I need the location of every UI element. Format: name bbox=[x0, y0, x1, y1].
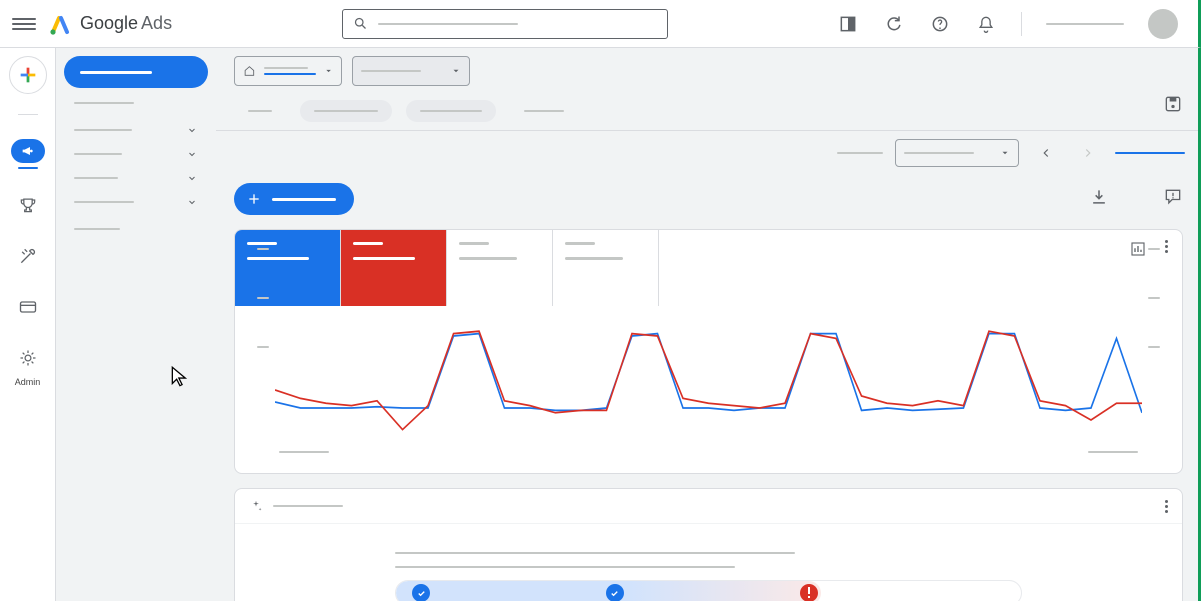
nav-item[interactable] bbox=[74, 102, 134, 104]
secondary-nav bbox=[56, 48, 216, 601]
home-icon bbox=[243, 64, 256, 78]
account-name[interactable] bbox=[1046, 23, 1124, 25]
chevron-down-icon bbox=[186, 172, 198, 184]
feedback-icon[interactable] bbox=[1163, 187, 1183, 212]
notifications-icon[interactable] bbox=[975, 13, 997, 35]
recommendation-card bbox=[234, 488, 1183, 601]
appearance-icon[interactable] bbox=[837, 13, 859, 35]
x-axis-end-label bbox=[1088, 451, 1138, 453]
date-label bbox=[837, 152, 883, 154]
chevron-down-icon bbox=[186, 124, 198, 136]
nav-item-expandable[interactable] bbox=[64, 118, 208, 142]
metric-tile-4[interactable] bbox=[553, 230, 659, 306]
rail-admin[interactable]: Admin bbox=[8, 344, 48, 391]
filter-chip[interactable] bbox=[234, 100, 286, 122]
search-icon bbox=[353, 16, 368, 31]
trophy-icon bbox=[18, 195, 38, 215]
nav-item-active[interactable] bbox=[64, 56, 208, 88]
date-prev-button[interactable] bbox=[1031, 139, 1061, 167]
tools-icon bbox=[18, 246, 38, 266]
new-campaign-button[interactable] bbox=[234, 183, 354, 215]
app-header: GoogleAds bbox=[0, 0, 1201, 48]
google-ads-logo-icon bbox=[48, 12, 72, 36]
search-placeholder bbox=[378, 23, 518, 25]
date-underline bbox=[1115, 152, 1185, 154]
date-next-button bbox=[1073, 139, 1103, 167]
mini-nav-rail: Admin bbox=[0, 48, 56, 601]
help-icon[interactable] bbox=[929, 13, 951, 35]
card-icon bbox=[18, 297, 38, 317]
menu-toggle-icon[interactable] bbox=[12, 12, 36, 36]
card-overflow-menu[interactable] bbox=[1165, 500, 1168, 513]
metric-tile-2[interactable] bbox=[341, 230, 447, 306]
scope-account-chip[interactable] bbox=[234, 56, 342, 86]
plus-icon bbox=[246, 191, 262, 207]
search-input[interactable] bbox=[342, 9, 668, 39]
chevron-down-icon bbox=[186, 196, 198, 208]
sparkle-icon bbox=[249, 499, 263, 513]
progress-step-done bbox=[606, 584, 624, 601]
main-content bbox=[216, 48, 1201, 601]
gear-icon bbox=[18, 348, 38, 368]
nav-item-expandable[interactable] bbox=[64, 142, 208, 166]
nav-item-expandable[interactable] bbox=[64, 190, 208, 214]
rail-goals[interactable] bbox=[8, 191, 48, 224]
separator bbox=[1021, 12, 1022, 36]
download-icon[interactable] bbox=[1089, 187, 1109, 212]
save-view-icon[interactable] bbox=[1163, 94, 1185, 116]
caret-down-icon bbox=[1000, 148, 1010, 158]
chart-settings-icon[interactable] bbox=[1129, 240, 1147, 263]
refresh-icon[interactable] bbox=[883, 13, 905, 35]
rail-billing[interactable] bbox=[8, 293, 48, 326]
metric-tile-3[interactable] bbox=[447, 230, 553, 306]
filter-chip-active[interactable] bbox=[300, 100, 392, 122]
recommendation-text-line bbox=[395, 566, 735, 568]
rail-campaigns[interactable] bbox=[8, 135, 48, 173]
nav-item-expandable[interactable] bbox=[64, 166, 208, 190]
rail-tools[interactable] bbox=[8, 242, 48, 275]
create-button[interactable] bbox=[9, 56, 47, 94]
filter-chip[interactable] bbox=[510, 100, 578, 122]
chart-overflow-menu[interactable] bbox=[1165, 240, 1168, 253]
chevron-down-icon bbox=[186, 148, 198, 160]
line-chart bbox=[275, 324, 1142, 444]
progress-step-done bbox=[412, 584, 430, 601]
date-range-select[interactable] bbox=[895, 139, 1019, 167]
performance-chart-card bbox=[234, 229, 1183, 474]
rail-admin-label: Admin bbox=[15, 377, 41, 387]
avatar[interactable] bbox=[1148, 9, 1178, 39]
metric-tile-1[interactable] bbox=[235, 230, 341, 306]
product-name: GoogleAds bbox=[80, 13, 172, 34]
progress-track bbox=[395, 580, 1022, 601]
megaphone-icon bbox=[20, 143, 36, 159]
plus-multicolor-icon bbox=[17, 64, 39, 86]
progress-step-error bbox=[800, 584, 818, 601]
caret-down-icon bbox=[324, 66, 333, 76]
x-axis-start-label bbox=[279, 451, 329, 453]
caret-down-icon bbox=[451, 66, 461, 76]
nav-item[interactable] bbox=[74, 228, 120, 230]
product-logo[interactable]: GoogleAds bbox=[48, 12, 172, 36]
recommendation-text-line bbox=[395, 552, 795, 554]
filter-chip-active[interactable] bbox=[406, 100, 496, 122]
scope-campaign-chip[interactable] bbox=[352, 56, 470, 86]
